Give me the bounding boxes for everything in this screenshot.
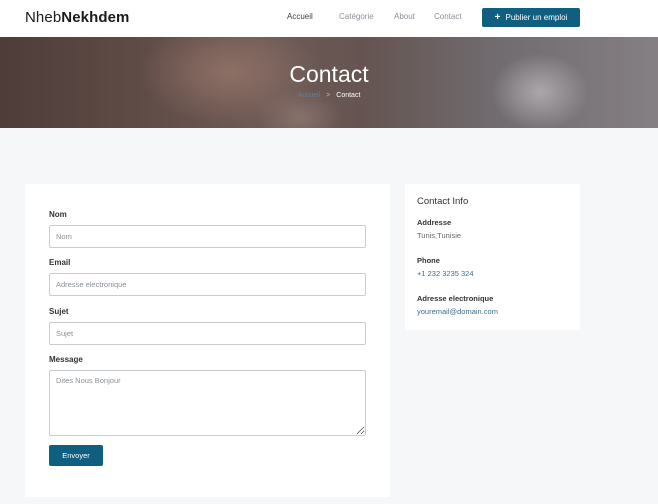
subject-input[interactable]	[49, 322, 366, 345]
nav-link-contact[interactable]: Contact	[434, 12, 462, 21]
name-label: Nom	[49, 210, 67, 219]
navbar: NhebNekhdem Accueil Catégorie About Cont…	[0, 0, 658, 37]
plus-icon: +	[494, 11, 501, 23]
nav-link-categorie[interactable]: Catégorie	[339, 12, 374, 21]
message-label: Message	[49, 355, 83, 364]
email-input[interactable]	[49, 273, 366, 296]
email-label: Email	[49, 258, 71, 267]
hero-banner: Contact Accueil > Contact	[0, 37, 658, 128]
subject-label: Sujet	[49, 307, 69, 316]
page-title: Contact	[289, 61, 369, 87]
contact-form: Nom Email Sujet Message Envoyer	[25, 184, 390, 497]
nav-link-about[interactable]: About	[394, 12, 415, 21]
breadcrumb-home[interactable]: Accueil	[298, 92, 321, 99]
post-job-button[interactable]: + Publier un emploi	[482, 8, 580, 27]
breadcrumb-current: Contact	[336, 92, 361, 99]
phone-label: Phone	[417, 256, 440, 265]
brand-logo[interactable]: NhebNekhdem	[25, 9, 130, 26]
brand-bold: Nekhdem	[61, 9, 130, 26]
post-job-label: Publier un emploi	[505, 13, 568, 22]
breadcrumb: Accueil > Contact	[0, 92, 658, 99]
email-link[interactable]: youremail@domain.com	[417, 307, 498, 316]
submit-button[interactable]: Envoyer	[49, 445, 103, 466]
phone-link[interactable]: +1 232 3235 324	[417, 269, 474, 278]
message-textarea[interactable]	[49, 370, 366, 436]
breadcrumb-separator: >	[326, 92, 331, 99]
address-label: Addresse	[417, 218, 452, 227]
brand-light: Nheb	[25, 9, 62, 26]
name-input[interactable]	[49, 225, 366, 248]
nav-link-accueil[interactable]: Accueil	[287, 12, 313, 21]
address-value: Tunis,Tunisie	[417, 231, 462, 240]
email-info-label: Adresse electronique	[417, 294, 494, 303]
contact-info-card: Contact Info Addresse Tunis,Tunisie Phon…	[405, 184, 580, 330]
contact-info-title: Contact Info	[417, 196, 469, 207]
